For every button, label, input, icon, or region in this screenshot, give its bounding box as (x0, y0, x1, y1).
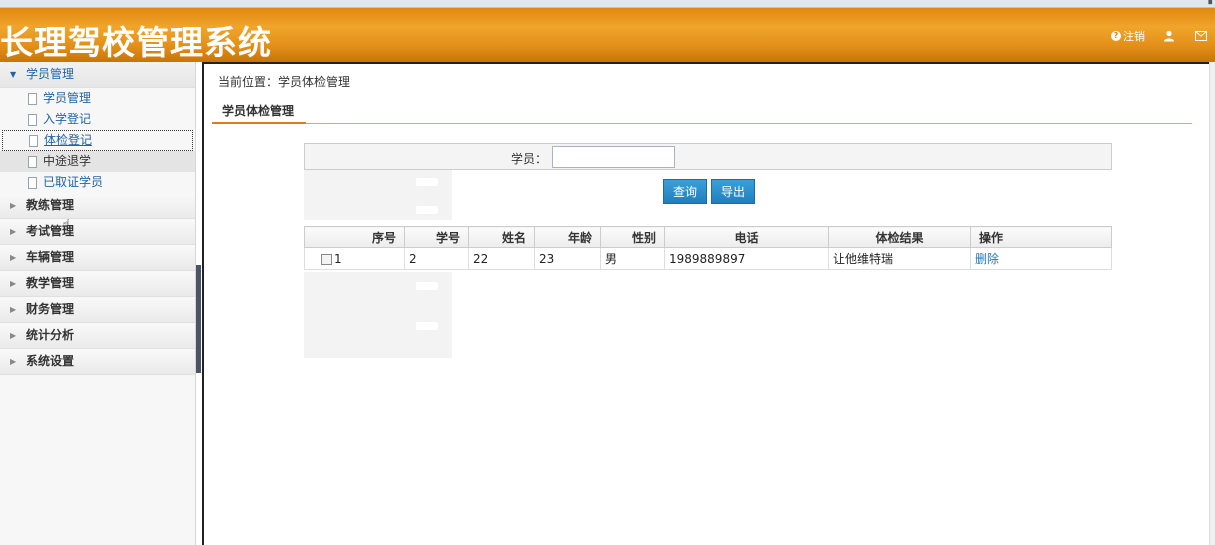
sidebar-group-exam[interactable]: ▶ 考试管理 (0, 219, 195, 245)
col-header-name: 姓名 (468, 226, 535, 248)
sidebar: ▼ 学员管理 学员管理 入学登记 体检登记 中途退学 已取证学员 ▶ 教练管理 … (0, 62, 196, 545)
ghost-chip (416, 178, 438, 186)
sidebar-item-label: 中途退学 (43, 154, 92, 168)
help-icon: ? (1111, 31, 1121, 41)
sidebar-splitter[interactable] (196, 265, 201, 373)
top-strip-text: ▮ (1207, 0, 1213, 6)
chevron-right-icon: ▶ (10, 253, 17, 262)
document-icon (28, 113, 37, 126)
export-button[interactable]: 导出 (711, 179, 756, 204)
col-header-gender: 性别 (600, 226, 665, 248)
sidebar-item-student-manage[interactable]: 学员管理 (0, 88, 195, 109)
chevron-right-icon: ▶ (10, 357, 17, 366)
sidebar-group-vehicle[interactable]: ▶ 车辆管理 (0, 245, 195, 271)
sidebar-group-teaching[interactable]: ▶ 教学管理 (0, 271, 195, 297)
sidebar-item-label: 体检登记 (44, 133, 93, 147)
col-header-phone: 电话 (664, 226, 829, 248)
query-button[interactable]: 查询 (663, 179, 708, 204)
logout-button[interactable]: ? 注销 (1111, 28, 1145, 44)
col-header-seq: 序号 (304, 226, 405, 248)
cell-student-no: 2 (404, 247, 469, 270)
seq-value: 1 (334, 251, 342, 266)
document-icon (29, 134, 38, 147)
tab-medical-manage[interactable]: 学员体检管理 (212, 100, 307, 124)
sidebar-group-stats[interactable]: ▶ 统计分析 (0, 323, 195, 349)
ghost-panel (304, 272, 452, 358)
table-header-row: 序号 学号 姓名 年龄 性别 电话 体检结果 操作 (304, 226, 1112, 248)
cell-action: 删除 (970, 247, 1112, 270)
cell-name: 22 (468, 247, 535, 270)
sidebar-group-label: 教练管理 (26, 198, 75, 212)
sidebar-item-medical[interactable]: 体检登记 (2, 130, 193, 151)
sidebar-group-label: 教学管理 (26, 276, 75, 290)
col-header-age: 年龄 (534, 226, 601, 248)
main-scrollbar[interactable] (1209, 62, 1215, 545)
ghost-chip (416, 282, 438, 290)
cell-phone: 1989889897 (664, 247, 829, 270)
sidebar-group-label: 车辆管理 (26, 250, 75, 264)
sidebar-group-label: 学员管理 (26, 67, 75, 81)
sidebar-group-finance[interactable]: ▶ 财务管理 (0, 297, 195, 323)
cell-result: 让他维特瑞 (828, 247, 971, 270)
chevron-down-icon: ▼ (10, 70, 17, 79)
chevron-right-icon: ▶ (10, 305, 17, 314)
cell-gender: 男 (600, 247, 665, 270)
sidebar-group-label: 系统设置 (26, 354, 75, 368)
sidebar-item-label: 入学登记 (43, 112, 92, 126)
col-header-student-no: 学号 (404, 226, 469, 248)
delete-link[interactable]: 删除 (975, 252, 999, 266)
header-actions: ? 注销 (1111, 28, 1209, 44)
sidebar-group-label: 统计分析 (26, 328, 75, 342)
cell-seq: 1 (304, 247, 405, 270)
main-content: 当前位置：学员体检管理 学员体检管理 学员： 查询 导出 序号 学号 姓名 年龄… (202, 62, 1210, 545)
row-checkbox[interactable] (321, 253, 332, 265)
top-strip: ▮ (0, 0, 1215, 8)
sidebar-group-settings[interactable]: ▶ 系统设置 (0, 349, 195, 375)
sidebar-item-label: 已取证学员 (43, 175, 104, 189)
table-row: 1 2 22 23 男 1989889897 让他维特瑞 删除 (304, 247, 1112, 270)
medical-table: 序号 学号 姓名 年龄 性别 电话 体检结果 操作 1 2 22 23 男 19… (304, 226, 1112, 270)
breadcrumb: 当前位置：学员体检管理 (218, 75, 351, 89)
chevron-right-icon: ▶ (10, 279, 17, 288)
col-header-result: 体检结果 (828, 226, 971, 248)
app-header: 长理驾校管理系统 ? 注销 (0, 8, 1215, 62)
sidebar-group-label: 财务管理 (26, 302, 75, 316)
chevron-right-icon: ▶ (10, 227, 17, 236)
sidebar-item-certified[interactable]: 已取证学员 (0, 172, 195, 193)
sidebar-item-dropout[interactable]: 中途退学 (0, 151, 195, 172)
tab-bar: 学员体检管理 (212, 100, 1192, 124)
sidebar-item-label: 学员管理 (43, 91, 92, 105)
hand-cursor-icon: ☝ (62, 217, 71, 233)
ghost-chip (416, 206, 438, 214)
action-buttons: 查询 导出 (663, 179, 756, 204)
search-label: 学员： (511, 152, 548, 166)
ghost-chip (416, 322, 438, 330)
logout-label: 注销 (1123, 30, 1145, 43)
document-icon (28, 176, 37, 189)
col-header-action: 操作 (970, 226, 1112, 248)
sidebar-group-coach[interactable]: ▶ 教练管理 (0, 193, 195, 219)
document-icon (28, 155, 37, 168)
document-icon (28, 92, 37, 105)
sidebar-group-student[interactable]: ▼ 学员管理 (0, 62, 195, 88)
user-icon[interactable] (1161, 29, 1177, 43)
ghost-panel (304, 170, 452, 220)
app-title: 长理驾校管理系统 (0, 23, 272, 62)
chevron-right-icon: ▶ (10, 201, 17, 210)
student-search-input[interactable] (552, 146, 675, 168)
sidebar-item-enroll[interactable]: 入学登记 (0, 109, 195, 130)
cell-age: 23 (534, 247, 601, 270)
mail-icon[interactable] (1193, 29, 1209, 43)
search-bar: 学员： (304, 143, 1112, 170)
chevron-right-icon: ▶ (10, 331, 17, 340)
